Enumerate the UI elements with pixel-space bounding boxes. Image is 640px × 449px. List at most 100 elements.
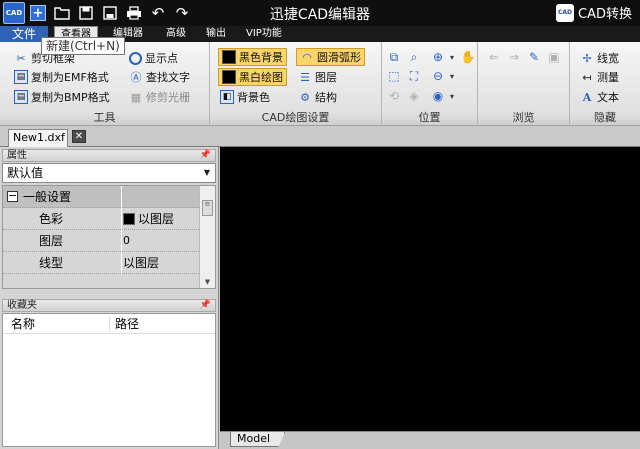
cad-settings-group-label: CAD绘图设置 xyxy=(210,111,381,125)
scroll-down-icon[interactable]: ▼ xyxy=(200,276,215,288)
zoom-window-icon[interactable]: ⌕ xyxy=(406,49,422,65)
find-text-button[interactable]: Ⓐ 查找文字 xyxy=(129,68,191,86)
copy-emf-button[interactable]: ▤ 复制为EMF格式 xyxy=(14,68,109,86)
line-width-button[interactable]: ✢ 线宽 xyxy=(580,49,619,67)
pan-hand-icon[interactable]: ✋ xyxy=(460,49,476,65)
copy-bmp-icon: ▤ xyxy=(14,90,28,104)
app-logo-icon[interactable]: CAD xyxy=(2,2,26,24)
tools-group-label: 工具 xyxy=(0,111,209,125)
cad-convert-button[interactable]: CAD CAD转换 xyxy=(556,3,632,22)
zoom-all-icon[interactable]: ⛶ xyxy=(406,68,422,84)
position-group: ⧉ ⌕ ⊕ ▾ ✋ ⬚ ⛶ ⊖ ▾ ⟲ ◈ ◉ ▾ 位置 xyxy=(382,42,478,126)
document-tab-strip: New1.dxf ✕ xyxy=(0,126,640,147)
print-icon[interactable] xyxy=(122,2,146,24)
hidden-group: ✢ 线宽 ↤ 测量 A 文本 隐藏 xyxy=(570,42,640,126)
background-color-icon: ◧ xyxy=(220,90,234,104)
layers-button[interactable]: ☰ 图层 xyxy=(298,68,337,86)
black-white-drawing-icon xyxy=(222,70,236,84)
left-pane: 属性 📌 默认值 ▼ − 一般设置 色彩 以图层 图层 0 线型 以图层 ≡ ▼… xyxy=(0,147,219,449)
scrollbar-thumb[interactable]: ≡ xyxy=(202,200,213,216)
clip-frame-icon: ✂ xyxy=(16,51,26,65)
property-row-layer[interactable]: 图层 0 xyxy=(3,230,199,252)
zoom-in-dropdown-icon[interactable]: ▾ xyxy=(444,49,460,65)
pin-icon[interactable]: 📌 xyxy=(200,300,211,311)
property-value[interactable]: 以图层 xyxy=(123,208,174,230)
open-folder-icon[interactable] xyxy=(50,2,74,24)
new-file-icon[interactable]: + xyxy=(26,2,50,24)
line-width-icon: ✢ xyxy=(582,51,592,65)
tab-vip[interactable]: VIP功能 xyxy=(240,26,288,42)
properties-title: 属性 xyxy=(7,150,27,161)
hidden-group-label: 隐藏 xyxy=(570,111,640,125)
tab-output[interactable]: 输出 xyxy=(200,26,232,42)
favorites-column-headers: 名称 路径 xyxy=(3,314,215,334)
property-row-linetype[interactable]: 线型 以图层 xyxy=(3,252,199,274)
undo-icon[interactable]: ↶ xyxy=(146,2,170,24)
black-background-button[interactable]: 黑色背景 xyxy=(218,48,287,66)
save-icon[interactable] xyxy=(74,2,98,24)
favorites-panel-header: 收藏夹 📌 xyxy=(2,299,216,312)
view-3d-icon[interactable]: ◈ xyxy=(406,88,422,104)
tab-advanced[interactable]: 高级 xyxy=(160,26,192,42)
chevron-down-icon[interactable]: ▼ xyxy=(199,164,215,182)
properties-select-value: 默认值 xyxy=(7,166,44,180)
cad-convert-icon: CAD xyxy=(556,3,575,22)
copy-bmp-button[interactable]: ▤ 复制为BMP格式 xyxy=(14,88,110,106)
measure-button[interactable]: ↤ 测量 xyxy=(580,68,619,86)
property-name: 线型 xyxy=(39,256,64,270)
find-text-icon: Ⓐ xyxy=(130,70,142,84)
properties-object-select[interactable]: 默认值 ▼ xyxy=(2,163,216,183)
back-arrow-icon[interactable]: ⇐ xyxy=(486,49,502,65)
measure-icon: ↤ xyxy=(582,70,592,84)
smooth-arc-button[interactable]: ◠ 圆滑弧形 xyxy=(296,48,365,66)
zoom-out-dropdown-icon[interactable]: ▾ xyxy=(444,68,460,84)
property-value[interactable]: 以图层 xyxy=(123,252,159,274)
collapse-icon[interactable]: − xyxy=(7,190,18,202)
edit-file-icon[interactable]: ✎ xyxy=(526,49,542,65)
column-header-name[interactable]: 名称 xyxy=(11,314,35,334)
document-tab[interactable]: New1.dxf xyxy=(8,129,68,147)
trim-raster-button[interactable]: ▦ 修剪光栅 xyxy=(129,88,190,106)
smooth-arc-icon: ◠ xyxy=(302,50,312,64)
property-grid-scrollbar[interactable]: ≡ ▼ xyxy=(199,186,215,288)
show-points-icon xyxy=(129,51,142,65)
redo-icon[interactable]: ↷ xyxy=(170,2,194,24)
drawing-canvas[interactable] xyxy=(220,147,640,431)
properties-panel-header: 属性 📌 xyxy=(2,149,216,162)
browse-group: ⇐ ⇒ ✎ ▣ 浏览 xyxy=(478,42,570,126)
fit-window-icon[interactable]: ⧉ xyxy=(386,49,402,65)
color-swatch xyxy=(123,213,135,225)
layers-icon: ☰ xyxy=(300,70,310,84)
pin-icon[interactable]: 📌 xyxy=(200,150,211,161)
column-header-path[interactable]: 路径 xyxy=(115,314,139,334)
favorites-list: 名称 路径 xyxy=(2,313,216,447)
black-background-icon xyxy=(222,50,236,64)
show-points-button[interactable]: 显示点 xyxy=(129,49,178,67)
forward-arrow-icon[interactable]: ⇒ xyxy=(506,49,522,65)
property-row-color[interactable]: 色彩 以图层 xyxy=(3,208,199,230)
new-file-tooltip: 新建(Ctrl+N) xyxy=(41,37,125,55)
copy-emf-icon: ▤ xyxy=(14,70,28,84)
previous-view-icon[interactable]: ⟲ xyxy=(386,88,402,104)
property-category-label: 一般设置 xyxy=(23,190,72,204)
favorites-title: 收藏夹 xyxy=(7,300,37,311)
structure-button[interactable]: ⚙ 结构 xyxy=(298,88,337,106)
quick-access-toolbar: CAD + ↶ ↷ xyxy=(2,2,194,24)
cad-convert-label: CAD转换 xyxy=(578,7,632,22)
close-document-icon[interactable]: ✕ xyxy=(72,130,86,143)
black-white-drawing-button[interactable]: 黑白绘图 xyxy=(218,68,287,86)
property-category-row[interactable]: − 一般设置 xyxy=(3,186,199,208)
cad-settings-group: 黑色背景 黑白绘图 ◧ 背景色 ◠ 圆滑弧形 ☰ 图层 ⚙ 结构 CAD绘图设置 xyxy=(210,42,382,126)
orbit-dropdown-icon[interactable]: ▾ xyxy=(444,88,460,104)
structure-icon: ⚙ xyxy=(300,90,310,104)
text-button[interactable]: A 文本 xyxy=(580,88,619,106)
zoom-extents-icon[interactable]: ⬚ xyxy=(386,68,402,84)
position-group-label: 位置 xyxy=(382,111,477,125)
save-as-icon[interactable] xyxy=(98,2,122,24)
property-name: 色彩 xyxy=(39,212,64,226)
image-file-icon[interactable]: ▣ xyxy=(546,49,562,65)
property-value[interactable]: 0 xyxy=(123,230,130,252)
browse-group-label: 浏览 xyxy=(478,111,569,125)
model-tab[interactable]: Model xyxy=(230,432,286,447)
background-color-button[interactable]: ◧ 背景色 xyxy=(220,88,270,106)
